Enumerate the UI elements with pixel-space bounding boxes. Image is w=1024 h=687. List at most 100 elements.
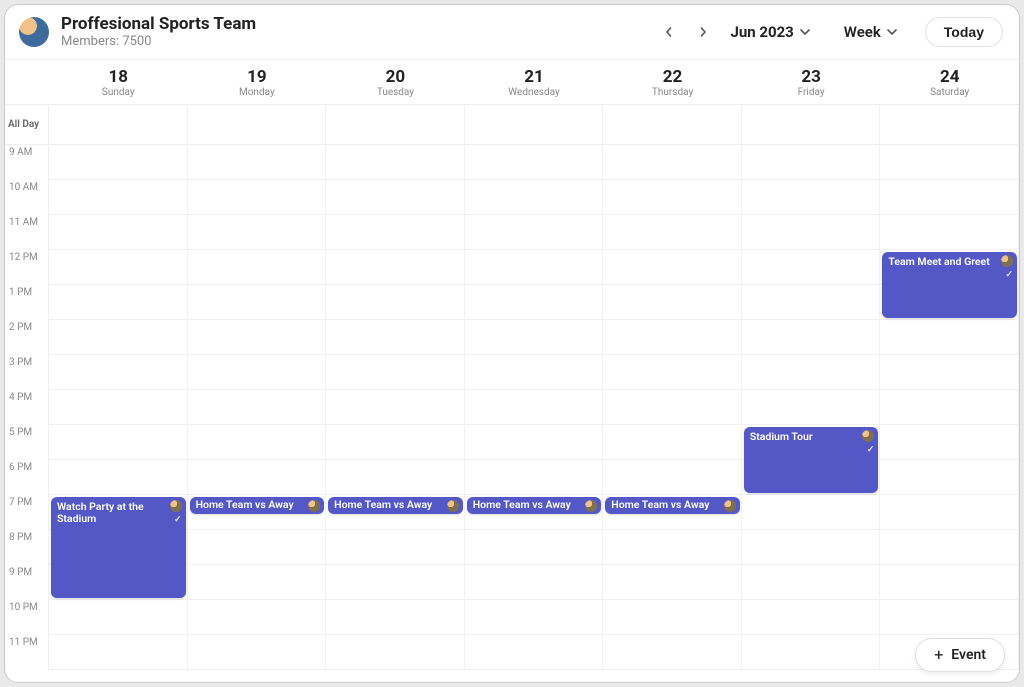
- time-slot[interactable]: [326, 565, 465, 600]
- time-slot[interactable]: [49, 145, 188, 180]
- time-slot[interactable]: [465, 390, 604, 425]
- time-slot[interactable]: [603, 390, 742, 425]
- time-slot[interactable]: [742, 180, 881, 215]
- time-slot[interactable]: [880, 425, 1019, 460]
- day-header[interactable]: 18Sunday: [49, 60, 188, 104]
- time-slot[interactable]: [465, 180, 604, 215]
- prev-button[interactable]: [656, 19, 682, 45]
- time-slot[interactable]: [465, 460, 604, 495]
- time-slot[interactable]: [326, 180, 465, 215]
- time-slot[interactable]: [326, 600, 465, 635]
- time-slot[interactable]: [880, 390, 1019, 425]
- time-slot[interactable]: [603, 530, 742, 565]
- time-slot[interactable]: [49, 390, 188, 425]
- time-slot[interactable]: [603, 635, 742, 670]
- time-slot[interactable]: [49, 215, 188, 250]
- time-slot[interactable]: [49, 285, 188, 320]
- time-slot[interactable]: [326, 215, 465, 250]
- time-slot[interactable]: [326, 425, 465, 460]
- time-slot[interactable]: [188, 285, 327, 320]
- day-header[interactable]: 21Wednesday: [465, 60, 604, 104]
- time-slot[interactable]: [188, 425, 327, 460]
- calendar-event[interactable]: Home Team vs Away: [467, 497, 602, 514]
- time-slot[interactable]: [603, 250, 742, 285]
- time-slot[interactable]: [465, 145, 604, 180]
- time-slot[interactable]: [326, 285, 465, 320]
- time-slot[interactable]: [603, 425, 742, 460]
- time-slot[interactable]: [49, 425, 188, 460]
- time-slot[interactable]: [742, 635, 881, 670]
- allday-slot[interactable]: [49, 105, 188, 145]
- time-slot[interactable]: [49, 180, 188, 215]
- calendar-event[interactable]: Home Team vs Away: [605, 497, 740, 514]
- allday-slot[interactable]: [326, 105, 465, 145]
- time-slot[interactable]: [880, 460, 1019, 495]
- time-slot[interactable]: [603, 600, 742, 635]
- time-slot[interactable]: [603, 565, 742, 600]
- time-slot[interactable]: [326, 390, 465, 425]
- time-slot[interactable]: [465, 600, 604, 635]
- time-slot[interactable]: [465, 635, 604, 670]
- time-slot[interactable]: [188, 635, 327, 670]
- time-slot[interactable]: [49, 635, 188, 670]
- time-slot[interactable]: [742, 355, 881, 390]
- time-slot[interactable]: [603, 285, 742, 320]
- time-slot[interactable]: [188, 390, 327, 425]
- time-slot[interactable]: [326, 250, 465, 285]
- allday-slot[interactable]: [603, 105, 742, 145]
- time-slot[interactable]: [465, 355, 604, 390]
- time-slot[interactable]: [742, 600, 881, 635]
- allday-slot[interactable]: [188, 105, 327, 145]
- time-slot[interactable]: [603, 355, 742, 390]
- time-slot[interactable]: [49, 320, 188, 355]
- time-slot[interactable]: [880, 495, 1019, 530]
- calendar-event[interactable]: Watch Party at the Stadium✓: [51, 497, 186, 598]
- time-slot[interactable]: [188, 355, 327, 390]
- time-slot[interactable]: [742, 215, 881, 250]
- time-slot[interactable]: [465, 425, 604, 460]
- time-slot[interactable]: [742, 285, 881, 320]
- month-picker[interactable]: Jun 2023: [724, 19, 815, 45]
- time-slot[interactable]: [742, 390, 881, 425]
- time-slot[interactable]: [742, 320, 881, 355]
- next-button[interactable]: [690, 19, 716, 45]
- time-slot[interactable]: [880, 530, 1019, 565]
- time-slot[interactable]: [880, 145, 1019, 180]
- day-header[interactable]: 19Monday: [188, 60, 327, 104]
- time-slot[interactable]: [880, 565, 1019, 600]
- time-slot[interactable]: [880, 355, 1019, 390]
- time-slot[interactable]: [742, 495, 881, 530]
- calendar-event[interactable]: Home Team vs Away: [328, 497, 463, 514]
- time-slot[interactable]: [326, 145, 465, 180]
- time-slot[interactable]: [880, 320, 1019, 355]
- time-slot[interactable]: [880, 215, 1019, 250]
- time-slot[interactable]: [188, 145, 327, 180]
- calendar-event[interactable]: Home Team vs Away: [190, 497, 325, 514]
- time-slot[interactable]: [188, 600, 327, 635]
- time-slot[interactable]: [742, 145, 881, 180]
- time-slot[interactable]: [603, 145, 742, 180]
- time-slot[interactable]: [465, 285, 604, 320]
- time-slot[interactable]: [742, 250, 881, 285]
- time-slot[interactable]: [188, 180, 327, 215]
- time-slot[interactable]: [326, 355, 465, 390]
- time-slot[interactable]: [188, 565, 327, 600]
- day-header[interactable]: 24Saturday: [880, 60, 1019, 104]
- allday-slot[interactable]: [742, 105, 881, 145]
- group-avatar[interactable]: [19, 17, 49, 47]
- time-slot[interactable]: [326, 530, 465, 565]
- time-slot[interactable]: [326, 635, 465, 670]
- allday-slot[interactable]: [465, 105, 604, 145]
- time-slot[interactable]: [465, 565, 604, 600]
- day-header[interactable]: 20Tuesday: [326, 60, 465, 104]
- calendar-event[interactable]: Stadium Tour✓: [744, 427, 879, 493]
- day-header[interactable]: 22Thursday: [603, 60, 742, 104]
- day-header[interactable]: 23Friday: [742, 60, 881, 104]
- time-slot[interactable]: [603, 460, 742, 495]
- calendar-event[interactable]: Team Meet and Greet✓: [882, 252, 1017, 318]
- time-slot[interactable]: [465, 215, 604, 250]
- time-slot[interactable]: [188, 320, 327, 355]
- time-slot[interactable]: [188, 460, 327, 495]
- time-slot[interactable]: [49, 250, 188, 285]
- time-slot[interactable]: [742, 530, 881, 565]
